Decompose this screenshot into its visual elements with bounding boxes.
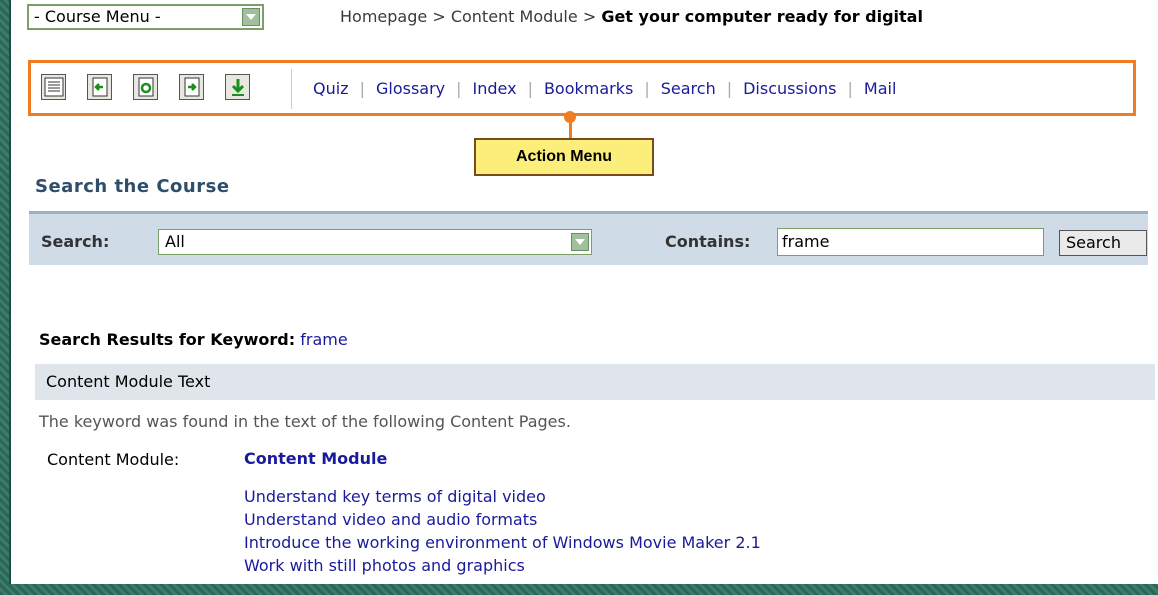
list-icon[interactable] <box>41 74 66 100</box>
result-page-link[interactable]: Work with still photos and graphics <box>244 554 761 577</box>
results-heading-label: Search Results for Keyword: <box>39 330 296 349</box>
chevron-down-icon[interactable] <box>571 233 589 251</box>
link-divider: | <box>359 79 365 98</box>
contains-label: Contains: <box>665 232 751 251</box>
result-page-link[interactable]: Understand key terms of digital video <box>244 485 761 508</box>
breadcrumb: Homepage > Content Module > Get your com… <box>340 7 923 26</box>
results-heading: Search Results for Keyword: frame <box>39 330 348 349</box>
search-bar: Search: All Contains: frame Search <box>29 211 1148 265</box>
link-divider: | <box>847 79 853 98</box>
breadcrumb-separator: > <box>432 7 446 26</box>
results-note: The keyword was found in the text of the… <box>39 412 571 431</box>
search-scope-label: Search: <box>41 232 110 251</box>
search-link[interactable]: Search <box>661 79 716 98</box>
section-title: Search the Course <box>35 176 230 197</box>
page-forward-icon[interactable] <box>179 74 204 100</box>
link-divider: | <box>527 79 533 98</box>
breadcrumb-home[interactable]: Homepage <box>340 7 427 26</box>
breadcrumb-module[interactable]: Content Module <box>451 7 578 26</box>
mail-link[interactable]: Mail <box>864 79 897 98</box>
glossary-link[interactable]: Glossary <box>376 79 445 98</box>
result-page-link[interactable]: Introduce the working environment of Win… <box>244 531 761 554</box>
page-back-icon[interactable] <box>87 74 112 100</box>
toolbar-divider <box>291 69 292 109</box>
index-link[interactable]: Index <box>473 79 517 98</box>
course-window: - Course Menu - Homepage > Content Modul… <box>9 0 1158 584</box>
results-section-band: Content Module Text <box>35 364 1155 400</box>
discussions-link[interactable]: Discussions <box>743 79 836 98</box>
page-refresh-icon[interactable] <box>133 74 158 100</box>
bookmarks-link[interactable]: Bookmarks <box>544 79 633 98</box>
link-divider: | <box>456 79 462 98</box>
chevron-down-icon[interactable] <box>242 8 260 26</box>
action-menu-callout: Action Menu <box>474 138 654 176</box>
action-menu: Quiz | Glossary | Index | Bookmarks | Search | Dis… <box>28 60 1136 116</box>
result-page-link[interactable]: Understand video and audio formats <box>244 508 761 531</box>
course-menu-select[interactable]: - Course Menu - <box>27 4 264 30</box>
download-icon[interactable] <box>225 74 250 100</box>
result-page-list: Understand key terms of digital video Un… <box>244 485 761 577</box>
breadcrumb-separator: > <box>582 7 597 26</box>
search-button[interactable]: Search <box>1059 230 1147 256</box>
action-menu-links: Quiz | Glossary | Index | Bookmarks | Search | Dis… <box>313 79 896 98</box>
quiz-link[interactable]: Quiz <box>313 79 349 98</box>
contains-input[interactable]: frame <box>777 228 1044 256</box>
module-link[interactable]: Content Module <box>244 449 387 468</box>
link-divider: | <box>726 79 733 98</box>
search-scope-select[interactable]: All <box>158 229 592 255</box>
module-label: Content Module: <box>47 450 180 469</box>
link-divider: | <box>644 79 650 98</box>
search-scope-value: All <box>165 232 185 251</box>
results-keyword: frame <box>300 330 348 349</box>
breadcrumb-current: Get your computer ready for digital <box>601 7 923 26</box>
callout-connector-line <box>569 120 572 138</box>
course-menu-label: - Course Menu - <box>34 7 161 26</box>
